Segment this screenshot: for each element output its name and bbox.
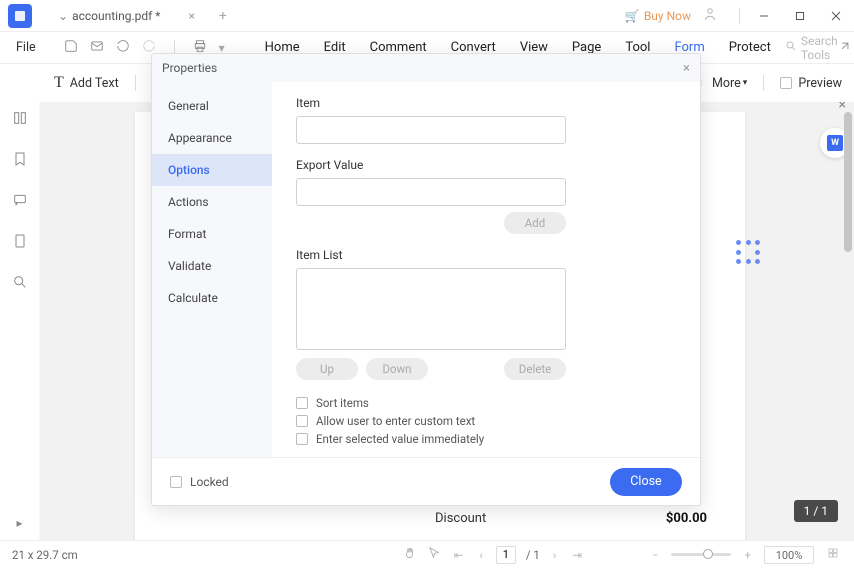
delete-button[interactable]: Delete — [504, 358, 566, 380]
minimize-button[interactable] — [746, 0, 782, 32]
search-icon — [785, 40, 797, 55]
document-tab[interactable]: ⌄ accounting.pdf * × — [50, 0, 203, 31]
item-label: Item — [296, 96, 676, 110]
page-dimensions: 21 x 29.7 cm — [12, 548, 78, 562]
down-button[interactable]: Down — [366, 358, 428, 380]
thumbnails-icon[interactable] — [12, 110, 28, 129]
close-button[interactable] — [818, 0, 854, 32]
select-tool-icon[interactable] — [427, 546, 441, 563]
cart-icon: 🛒 — [625, 9, 640, 23]
user-avatar-icon[interactable] — [701, 5, 723, 27]
tab-general[interactable]: General — [152, 90, 272, 122]
tab-calculate[interactable]: Calculate — [152, 282, 272, 314]
discount-value: $00.00 — [666, 511, 707, 526]
comment-icon[interactable] — [12, 192, 28, 211]
enter-immediate-checkbox[interactable]: Enter selected value immediately — [296, 432, 676, 446]
tab-format[interactable]: Format — [152, 218, 272, 250]
tab-add-icon[interactable]: + — [219, 8, 227, 24]
separator — [739, 8, 740, 24]
item-list-box[interactable] — [296, 268, 566, 350]
chevron-down-icon: ▾ — [743, 78, 748, 88]
ribbon-close-icon[interactable]: × — [839, 102, 846, 113]
sort-items-checkbox[interactable]: Sort items — [296, 396, 676, 410]
add-text-button[interactable]: T Add Text — [54, 74, 119, 92]
text-icon: T — [54, 74, 64, 92]
export-value-label: Export Value — [296, 158, 676, 172]
page-total: / 1 — [526, 548, 540, 562]
item-input[interactable] — [296, 116, 566, 144]
undo-icon[interactable] — [116, 39, 130, 56]
tab-options[interactable]: Options — [152, 154, 272, 186]
tab-appearance[interactable]: Appearance — [152, 122, 272, 154]
separator — [763, 75, 764, 91]
form-field-selection[interactable] — [736, 240, 760, 264]
separator — [135, 75, 136, 91]
up-button[interactable]: Up — [296, 358, 358, 380]
add-button[interactable]: Add — [504, 212, 566, 234]
first-page-icon[interactable]: ⇤ — [451, 548, 467, 562]
page-number-input[interactable] — [496, 546, 516, 564]
fit-page-icon[interactable] — [824, 547, 842, 562]
maximize-button[interactable] — [782, 0, 818, 32]
buy-now-button[interactable]: 🛒 Buy Now — [625, 9, 691, 23]
page-indicator: 1 / 1 — [794, 500, 838, 522]
attachment-icon[interactable] — [12, 233, 28, 252]
tab-validate[interactable]: Validate — [152, 250, 272, 282]
checkbox-icon — [780, 77, 792, 89]
item-list-label: Item List — [296, 248, 676, 262]
dialog-title: Properties — [162, 61, 217, 75]
zoom-percent[interactable]: 100% — [764, 546, 814, 564]
tab-close-icon[interactable]: × — [188, 9, 194, 23]
tab-title: accounting.pdf * — [72, 9, 160, 23]
expand-panel-icon[interactable]: ▸ — [16, 516, 22, 530]
tab-actions[interactable]: Actions — [152, 186, 272, 218]
menu-protect[interactable]: Protect — [729, 40, 771, 55]
file-menu[interactable]: File — [8, 40, 44, 55]
tab-chevron-icon: ⌄ — [58, 9, 68, 23]
search-panel-icon[interactable] — [12, 274, 28, 293]
zoom-slider[interactable] — [671, 553, 731, 556]
prev-page-icon[interactable]: ‹ — [476, 548, 485, 562]
properties-dialog: Properties × General Appearance Options … — [151, 53, 701, 506]
allow-custom-checkbox[interactable]: Allow user to enter custom text — [296, 414, 676, 428]
discount-label: Discount — [435, 511, 486, 526]
hand-tool-icon[interactable] — [403, 546, 417, 563]
zoom-out-icon[interactable]: − — [649, 548, 662, 562]
zoom-in-icon[interactable]: + — [741, 548, 754, 562]
dialog-close-icon[interactable]: × — [683, 61, 690, 76]
vertical-scrollbar[interactable] — [844, 112, 852, 530]
next-page-icon[interactable]: › — [550, 548, 559, 562]
locked-checkbox[interactable]: Locked — [170, 475, 229, 489]
export-value-input[interactable] — [296, 178, 566, 206]
more-button[interactable]: More ▾ — [712, 76, 747, 91]
mail-icon[interactable] — [90, 39, 104, 56]
preview-checkbox[interactable]: Preview — [780, 76, 842, 91]
bookmark-icon[interactable] — [12, 151, 28, 170]
search-tools[interactable]: Search Tools — [785, 34, 838, 62]
close-button[interactable]: Close — [610, 468, 682, 496]
share-icon[interactable] — [838, 39, 852, 56]
app-icon — [8, 4, 32, 28]
save-icon[interactable] — [64, 39, 78, 56]
last-page-icon[interactable]: ⇥ — [569, 548, 585, 562]
